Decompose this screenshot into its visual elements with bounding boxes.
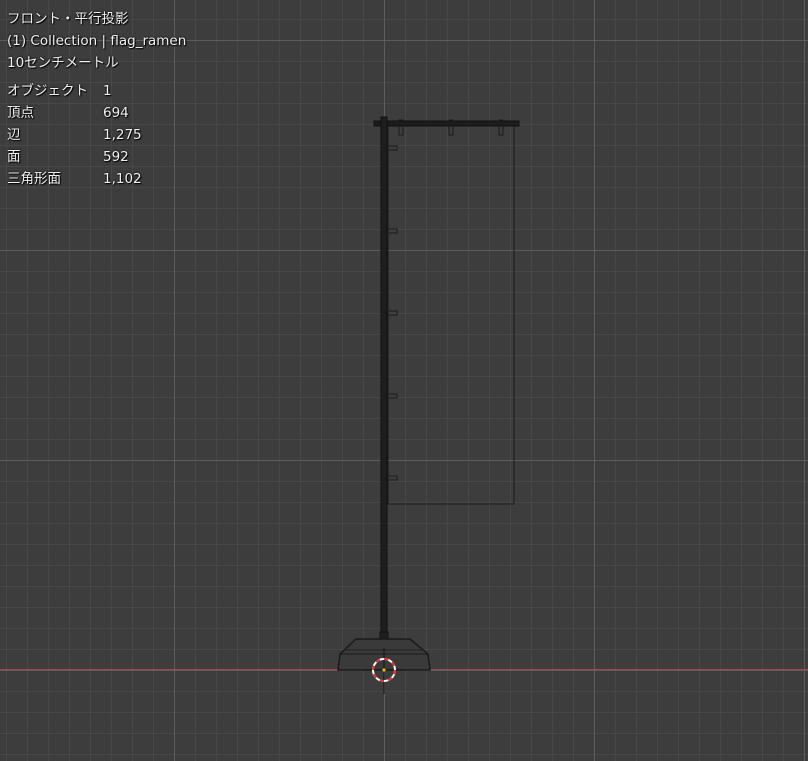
stat-value: 1 xyxy=(103,83,112,99)
flag-pole[interactable] xyxy=(380,116,388,640)
grid-scale: 10センチメートル xyxy=(7,55,119,71)
stat-label: 辺 xyxy=(7,127,21,143)
flag-top-bar[interactable] xyxy=(373,120,520,127)
stat-value: 1,275 xyxy=(103,127,142,143)
collection-line: (1) Collection | flag_ramen xyxy=(7,30,186,52)
stat-label: オブジェクト xyxy=(7,83,88,99)
stat-objects: オブジェクト 1 xyxy=(7,80,186,102)
view-name: フロント・平行投影 xyxy=(7,11,129,27)
stat-value: 592 xyxy=(103,149,129,165)
collection-name: (1) Collection xyxy=(7,33,98,49)
flag-object[interactable] xyxy=(337,116,520,671)
stat-value: 694 xyxy=(103,105,129,121)
stat-label: 三角形面 xyxy=(7,171,61,187)
stat-vertices: 頂点 694 xyxy=(7,102,186,124)
stat-label: 頂点 xyxy=(7,105,34,121)
stat-label: 面 xyxy=(7,149,21,165)
collection-separator: | xyxy=(101,33,107,49)
stat-value: 1,102 xyxy=(103,171,142,187)
scene-statistics: オブジェクト 1 頂点 694 辺 1,275 面 592 三角形面 1,102 xyxy=(7,80,186,190)
3d-viewport[interactable]: フロント・平行投影 (1) Collection | flag_ramen 10… xyxy=(0,0,808,761)
pole-socket xyxy=(379,631,389,640)
stat-triangles: 三角形面 1,102 xyxy=(7,168,186,190)
flag-cloth[interactable] xyxy=(387,125,515,505)
active-object-name: flag_ramen xyxy=(110,33,187,49)
viewport-info-overlay: フロント・平行投影 (1) Collection | flag_ramen 10… xyxy=(7,8,186,190)
stat-faces: 面 592 xyxy=(7,146,186,168)
stat-edges: 辺 1,275 xyxy=(7,124,186,146)
